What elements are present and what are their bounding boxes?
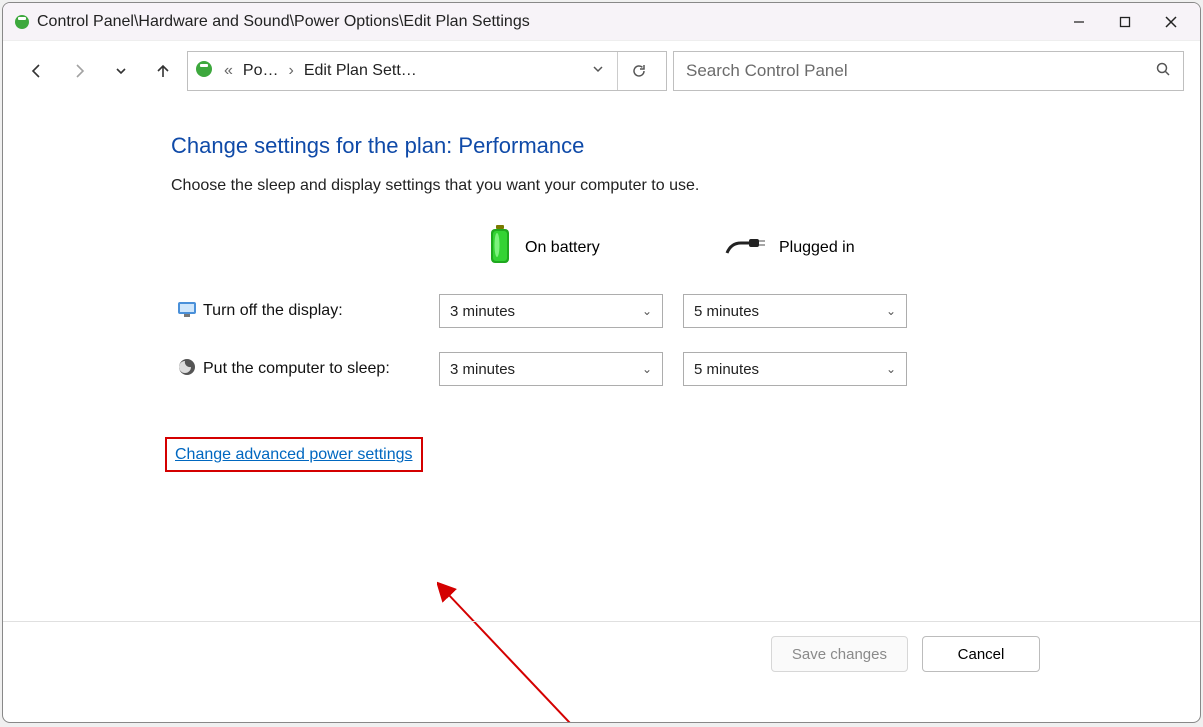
window-frame: Control Panel\Hardware and Sound\Power O… <box>2 2 1201 723</box>
row-label-sleep: Put the computer to sleep: <box>203 360 439 378</box>
chevron-down-icon: ⌄ <box>642 362 652 376</box>
power-options-icon <box>194 59 214 84</box>
address-bar[interactable]: « Po… › Edit Plan Sett… <box>187 51 667 91</box>
nav-toolbar: « Po… › Edit Plan Sett… Search Control P… <box>3 41 1200 101</box>
save-changes-button: Save changes <box>771 636 908 672</box>
row-label-display: Turn off the display: <box>203 302 439 320</box>
breadcrumb-separator: › <box>282 62 299 80</box>
up-button[interactable] <box>145 53 181 89</box>
column-header-battery: On battery <box>439 225 667 270</box>
maximize-button[interactable] <box>1102 4 1148 40</box>
sleep-plugged-select[interactable]: 5 minutes ⌄ <box>683 352 907 386</box>
display-icon <box>176 298 198 324</box>
plug-icon <box>725 233 767 262</box>
power-options-icon <box>13 13 31 31</box>
display-battery-select[interactable]: 3 minutes ⌄ <box>439 294 663 328</box>
sleep-icon <box>177 357 197 381</box>
search-icon <box>1155 61 1171 82</box>
main-content: Change settings for the plan: Performanc… <box>3 101 1200 722</box>
breadcrumb-overflow[interactable]: « <box>218 62 239 80</box>
refresh-button[interactable] <box>617 52 660 90</box>
chevron-down-icon: ⌄ <box>886 362 896 376</box>
breadcrumb-item[interactable]: Edit Plan Sett… <box>304 62 417 80</box>
minimize-button[interactable] <box>1056 4 1102 40</box>
footer-bar: Save changes Cancel <box>3 621 1200 672</box>
recent-locations-button[interactable] <box>103 53 139 89</box>
page-subtext: Choose the sleep and display settings th… <box>171 177 1200 195</box>
battery-icon <box>487 225 513 270</box>
display-plugged-select[interactable]: 5 minutes ⌄ <box>683 294 907 328</box>
search-input[interactable]: Search Control Panel <box>673 51 1184 91</box>
chevron-down-icon: ⌄ <box>642 304 652 318</box>
cancel-button[interactable]: Cancel <box>922 636 1040 672</box>
close-button[interactable] <box>1148 4 1194 40</box>
chevron-down-icon: ⌄ <box>886 304 896 318</box>
forward-button[interactable] <box>61 53 97 89</box>
search-placeholder: Search Control Panel <box>686 61 1155 81</box>
window-title: Control Panel\Hardware and Sound\Power O… <box>37 13 530 31</box>
address-dropdown[interactable] <box>591 62 613 81</box>
sleep-battery-select[interactable]: 3 minutes ⌄ <box>439 352 663 386</box>
back-button[interactable] <box>19 53 55 89</box>
breadcrumb-item[interactable]: Po… <box>243 62 279 80</box>
column-header-plugged: Plugged in <box>687 233 915 262</box>
page-heading: Change settings for the plan: Performanc… <box>171 133 1200 159</box>
advanced-power-settings-link[interactable]: Change advanced power settings <box>171 443 417 466</box>
titlebar: Control Panel\Hardware and Sound\Power O… <box>3 3 1200 41</box>
